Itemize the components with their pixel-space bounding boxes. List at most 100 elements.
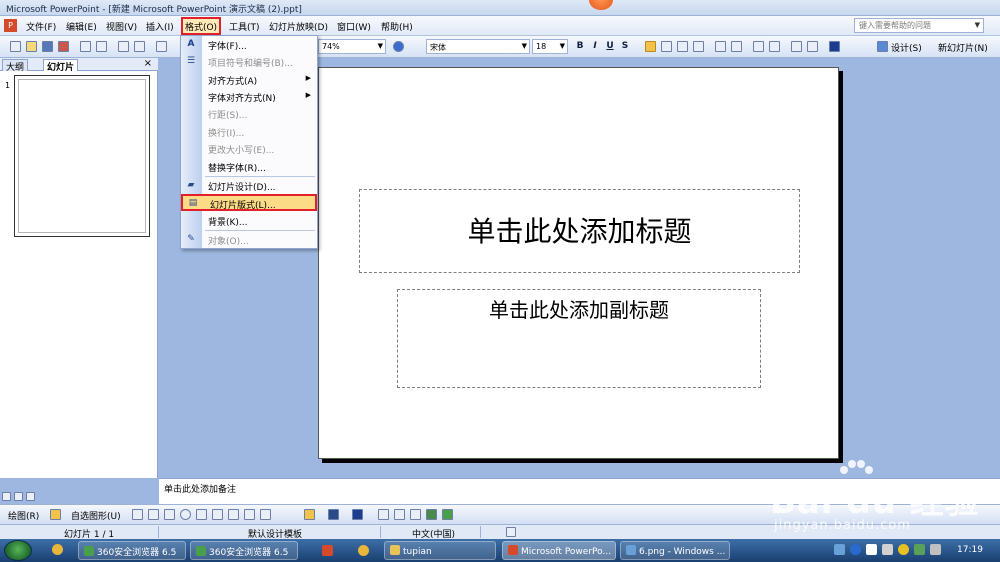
numbering-icon[interactable]: [715, 41, 726, 52]
title-placeholder[interactable]: 单击此处添加标题: [359, 189, 800, 273]
font-size-select[interactable]: 18 ▼: [532, 39, 568, 54]
menu-item-bullets[interactable]: ☰ 项目符号和编号(B)...: [181, 53, 317, 70]
select-pointer-icon[interactable]: [50, 509, 61, 520]
menu-window[interactable]: 窗口(W): [337, 20, 371, 33]
bullets-icon[interactable]: [731, 41, 742, 52]
increase-indent-icon[interactable]: [807, 41, 818, 52]
decrease-indent-icon[interactable]: [791, 41, 802, 52]
tray-volume-icon[interactable]: [930, 544, 941, 555]
font-color-icon[interactable]: [352, 509, 363, 520]
taskbar-item-powerpoint[interactable]: Microsoft PowerPo...: [502, 541, 616, 560]
menu-item-object[interactable]: ✎ 对象(O)...: [181, 231, 317, 248]
spelling-status-icon[interactable]: [506, 527, 516, 537]
textbox-icon[interactable]: [196, 509, 207, 520]
menu-help[interactable]: 帮助(H): [381, 20, 413, 33]
zoom-select[interactable]: 74% ▼: [318, 39, 386, 54]
menu-item-line-spacing[interactable]: 行距(S)...: [181, 105, 317, 122]
line-style-icon[interactable]: [378, 509, 389, 520]
close-icon[interactable]: ×: [144, 58, 152, 69]
sorter-view-icon[interactable]: [14, 492, 23, 501]
align-left-icon[interactable]: [645, 41, 656, 52]
tray-security-icon[interactable]: [898, 544, 909, 555]
line-icon[interactable]: [132, 509, 143, 520]
menu-insert[interactable]: 插入(I): [146, 20, 174, 33]
menu-item-line-break[interactable]: 换行(I)...: [181, 123, 317, 140]
shadow-style-icon[interactable]: [426, 509, 437, 520]
clock[interactable]: 17:19: [957, 545, 983, 555]
decrease-font-icon[interactable]: [769, 41, 780, 52]
subtitle-placeholder[interactable]: 单击此处添加副标题: [397, 289, 761, 388]
powerpoint-quicklaunch-icon[interactable]: [322, 545, 333, 556]
tray-help-icon[interactable]: [850, 544, 861, 555]
menu-slideshow[interactable]: 幻灯片放映(D): [269, 20, 328, 33]
spelling-icon[interactable]: [118, 41, 129, 52]
shadow-button[interactable]: S: [618, 40, 632, 53]
menu-item-font-alignment[interactable]: 字体对齐方式(N) ▶: [181, 88, 317, 105]
oval-icon[interactable]: [180, 509, 191, 520]
menu-item-replace-fonts[interactable]: 替换字体(R)...: [181, 158, 317, 175]
font-color-icon[interactable]: [829, 41, 840, 52]
normal-view-icon[interactable]: [2, 492, 11, 501]
open-icon[interactable]: [26, 41, 37, 52]
align-right-icon[interactable]: [677, 41, 688, 52]
dash-style-icon[interactable]: [394, 509, 405, 520]
tray-network-icon[interactable]: [834, 544, 845, 555]
powerpoint-app-icon[interactable]: P: [4, 19, 17, 32]
menu-item-alignment[interactable]: 对齐方式(A) ▶: [181, 71, 317, 88]
menu-item-change-case[interactable]: 更改大小写(E)...: [181, 140, 317, 157]
cut-icon[interactable]: [156, 41, 167, 52]
taskbar-item-image-viewer[interactable]: 6.png - Windows ...: [620, 541, 730, 560]
draw-menu-button[interactable]: 绘图(R): [8, 509, 39, 522]
bold-button[interactable]: B: [573, 40, 587, 53]
diagram-icon[interactable]: [228, 509, 239, 520]
media-quicklaunch-icon[interactable]: [358, 545, 369, 556]
font-name-select[interactable]: 宋体 ▼: [426, 39, 530, 54]
rectangle-icon[interactable]: [164, 509, 175, 520]
clipart-icon[interactable]: [244, 509, 255, 520]
design-button[interactable]: 设计(S): [891, 41, 922, 54]
menu-item-background[interactable]: 背景(K)...: [181, 212, 317, 229]
permission-icon[interactable]: [58, 41, 69, 52]
wordart-icon[interactable]: [212, 509, 223, 520]
italic-button[interactable]: I: [588, 40, 602, 53]
arrow-icon[interactable]: [148, 509, 159, 520]
menu-edit[interactable]: 编辑(E): [66, 20, 97, 33]
distribute-icon[interactable]: [693, 41, 704, 52]
menu-item-slide-design[interactable]: ▰ 幻灯片设计(D)...: [181, 177, 317, 194]
fill-color-icon[interactable]: [304, 509, 315, 520]
menu-file[interactable]: 文件(F): [26, 20, 56, 33]
arrow-style-icon[interactable]: [410, 509, 421, 520]
picture-icon[interactable]: [260, 509, 271, 520]
tray-display-icon[interactable]: [882, 544, 893, 555]
save-icon[interactable]: [42, 41, 53, 52]
slide-thumbnail[interactable]: [14, 75, 150, 237]
menu-item-slide-layout[interactable]: ▤ 幻灯片版式(L)...: [181, 194, 317, 211]
increase-font-icon[interactable]: [753, 41, 764, 52]
autoshapes-button[interactable]: 自选图形(U): [71, 509, 121, 522]
menu-item-font[interactable]: A 字体(F)...: [181, 36, 317, 53]
taskbar-item-browser-1[interactable]: 360安全浏览器 6.5: [78, 541, 186, 560]
menu-view[interactable]: 视图(V): [106, 20, 137, 33]
taskbar-item-tupian[interactable]: tupian: [384, 541, 496, 560]
slideshow-view-icon[interactable]: [26, 492, 35, 501]
tray-app-icon[interactable]: [914, 544, 925, 555]
taskbar-item-browser-2[interactable]: 360安全浏览器 6.5: [190, 541, 298, 560]
research-icon[interactable]: [134, 41, 145, 52]
start-button[interactable]: [4, 540, 32, 561]
tray-flag-icon[interactable]: [866, 544, 877, 555]
line-color-icon[interactable]: [328, 509, 339, 520]
print-icon[interactable]: [80, 41, 91, 52]
browser-quicklaunch-icon[interactable]: [52, 544, 63, 555]
new-icon[interactable]: [10, 41, 21, 52]
align-center-icon[interactable]: [661, 41, 672, 52]
menu-format[interactable]: 格式(O): [181, 17, 221, 35]
new-slide-button[interactable]: 新幻灯片(N): [938, 41, 988, 54]
help-icon[interactable]: [393, 41, 404, 52]
3d-style-icon[interactable]: [442, 509, 453, 520]
help-search-input[interactable]: 键入需要帮助的问题 ▼: [854, 18, 984, 33]
chevron-down-icon[interactable]: ▼: [975, 21, 980, 29]
tab-outline[interactable]: 大纲: [2, 59, 29, 73]
print-preview-icon[interactable]: [96, 41, 107, 52]
underline-button[interactable]: U: [603, 40, 617, 53]
tab-slides[interactable]: 幻灯片: [43, 59, 79, 73]
